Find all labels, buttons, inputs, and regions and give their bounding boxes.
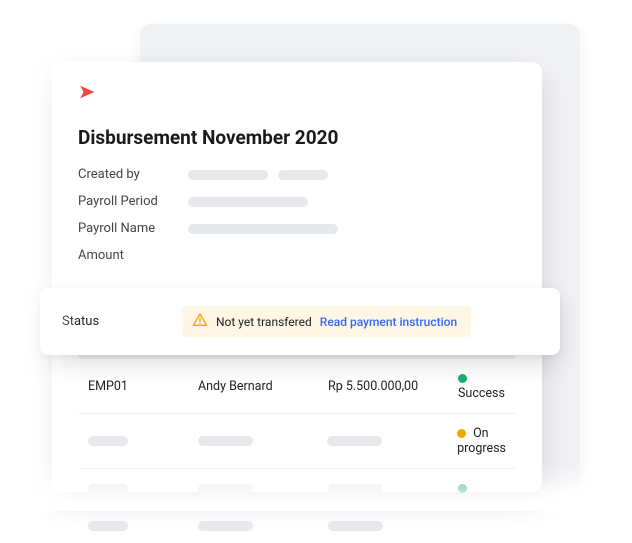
cell-id bbox=[88, 521, 198, 531]
status-text: Not yet transfered bbox=[216, 315, 312, 329]
cell-amount bbox=[327, 436, 457, 446]
meta-amount: Amount bbox=[78, 248, 516, 263]
page-title: Disbursement November 2020 bbox=[78, 126, 516, 149]
meta-payroll-name: Payroll Name bbox=[78, 221, 516, 236]
cell-status: On progress bbox=[457, 426, 506, 456]
placeholder bbox=[88, 436, 128, 446]
placeholder bbox=[327, 436, 382, 446]
placeholder bbox=[198, 436, 253, 446]
placeholder bbox=[198, 484, 253, 494]
disbursement-card: Disbursement November 2020 Created by Pa… bbox=[52, 62, 542, 492]
meta-label: Payroll Name bbox=[78, 221, 188, 236]
cell-id: EMP01 bbox=[88, 379, 198, 394]
placeholder bbox=[188, 170, 268, 180]
cell-name bbox=[198, 484, 328, 494]
meta-created-by: Created by bbox=[78, 167, 516, 182]
logo-icon bbox=[78, 84, 100, 100]
status-tag: Not yet transfered Read payment instruct… bbox=[182, 306, 471, 337]
status-banner: Status Not yet transfered Read payment i… bbox=[40, 288, 560, 355]
status-dot-icon bbox=[458, 484, 467, 493]
meta-label: Amount bbox=[78, 248, 188, 263]
cell-name: Andy Bernard bbox=[198, 379, 328, 394]
placeholder bbox=[188, 224, 338, 234]
placeholder bbox=[88, 521, 128, 531]
status-dot-icon bbox=[457, 429, 466, 438]
cell-amount bbox=[328, 484, 458, 494]
cell-id bbox=[88, 484, 198, 494]
cell-amount bbox=[328, 521, 458, 531]
cell-id bbox=[88, 436, 198, 446]
read-instruction-link[interactable]: Read payment instruction bbox=[320, 315, 457, 329]
cell-name bbox=[198, 521, 328, 531]
status-dot-icon bbox=[458, 374, 467, 383]
cell-status bbox=[458, 481, 506, 496]
meta-payroll-period: Payroll Period bbox=[78, 194, 516, 209]
meta-label: Payroll Period bbox=[78, 194, 188, 209]
table-row[interactable] bbox=[78, 468, 516, 508]
placeholder bbox=[188, 197, 308, 207]
table-row[interactable] bbox=[78, 508, 516, 543]
placeholder bbox=[88, 484, 128, 494]
cell-amount: Rp 5.500.000,00 bbox=[328, 379, 458, 394]
status-label: Status bbox=[62, 314, 182, 329]
table-row[interactable]: EMP01 Andy Bernard Rp 5.500.000,00 Succe… bbox=[78, 359, 516, 413]
meta-label: Created by bbox=[78, 167, 188, 182]
placeholder bbox=[328, 521, 383, 531]
warning-icon bbox=[192, 312, 208, 331]
placeholder bbox=[278, 170, 328, 180]
placeholder bbox=[198, 521, 253, 531]
table-row[interactable]: On progress bbox=[78, 413, 516, 468]
cell-name bbox=[198, 436, 328, 446]
placeholder bbox=[328, 484, 383, 494]
cell-status: Success bbox=[458, 371, 506, 401]
